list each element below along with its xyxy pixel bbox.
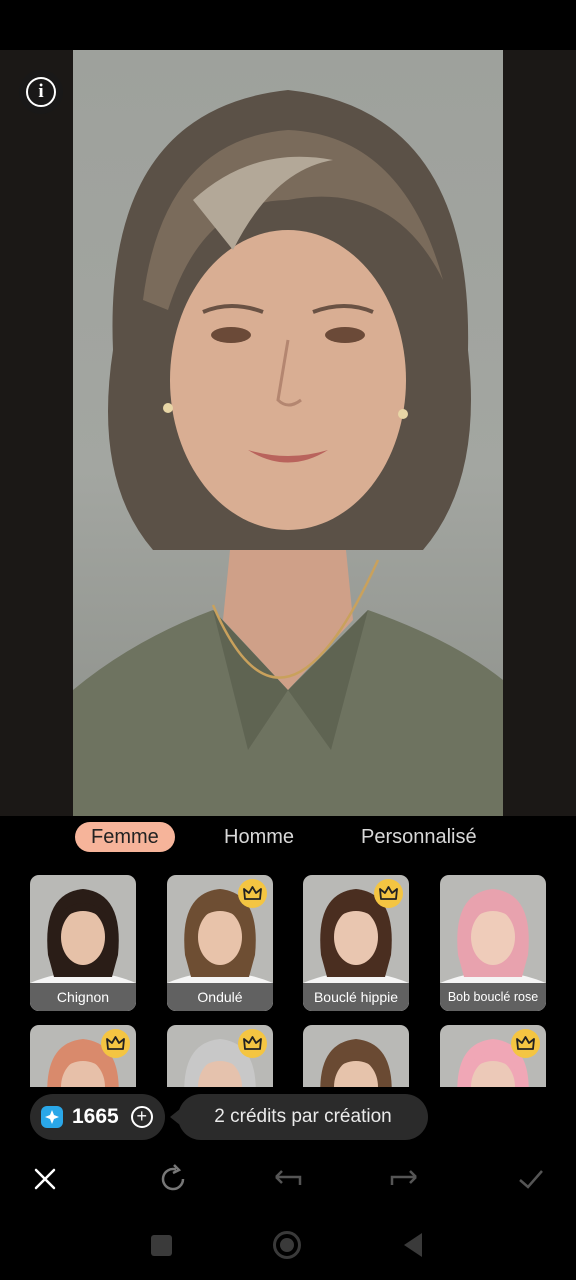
category-tabs: Femme Homme Personnalisé [0, 816, 576, 858]
credits-tooltip: 2 crédits par création [170, 1094, 428, 1140]
undo-icon[interactable] [272, 1163, 304, 1195]
hairstyle-thumbnail [303, 1025, 409, 1087]
recents-button[interactable] [151, 1235, 172, 1256]
hairstyle-card[interactable] [303, 1025, 409, 1087]
hairstyle-card[interactable]: Bouclé hippie [303, 875, 409, 1011]
hairstyle-card[interactable]: Ondulé [167, 875, 273, 1011]
crown-icon [101, 1029, 130, 1058]
hairstyle-card[interactable]: Chignon [30, 875, 136, 1011]
photo-canvas: i [0, 50, 576, 816]
hairstyle-label: Ondulé [167, 983, 273, 1011]
crown-icon [374, 879, 403, 908]
hairstyle-card[interactable] [440, 1025, 546, 1087]
tab-femme[interactable]: Femme [75, 822, 175, 852]
hairstyle-label: Bob bouclé rose [440, 983, 546, 1011]
system-nav-bar [0, 1215, 576, 1280]
tab-personnalise[interactable]: Personnalisé [361, 822, 477, 852]
regenerate-icon[interactable] [157, 1163, 189, 1195]
hairstyle-label: Bouclé hippie [303, 983, 409, 1011]
home-button[interactable] [273, 1231, 301, 1259]
tab-homme[interactable]: Homme [224, 822, 294, 852]
status-bar [0, 0, 576, 50]
confirm-icon[interactable] [515, 1163, 547, 1195]
hairstyle-grid: Chignon Ondulé Bouclé hippie Bob bouclé ros… [0, 874, 576, 1087]
crown-icon [238, 879, 267, 908]
back-button[interactable] [402, 1232, 424, 1258]
bottom-toolbar [0, 1150, 576, 1208]
crown-icon [238, 1029, 267, 1058]
hairstyle-card[interactable] [167, 1025, 273, 1087]
close-icon[interactable] [29, 1163, 61, 1195]
info-button[interactable]: i [19, 70, 63, 114]
credits-pill[interactable]: 1665 + [30, 1094, 165, 1140]
hairstyle-label: Chignon [30, 983, 136, 1011]
add-credits-icon[interactable]: + [130, 1106, 153, 1128]
portrait-photo [73, 50, 503, 816]
crown-icon [511, 1029, 540, 1058]
hairstyle-card[interactable]: Bob bouclé rose [440, 875, 546, 1011]
info-icon: i [26, 77, 56, 107]
hairstyle-card[interactable] [30, 1025, 136, 1087]
redo-icon[interactable] [388, 1163, 420, 1195]
gem-icon [41, 1106, 63, 1128]
credits-count: 1665 [72, 1105, 119, 1128]
